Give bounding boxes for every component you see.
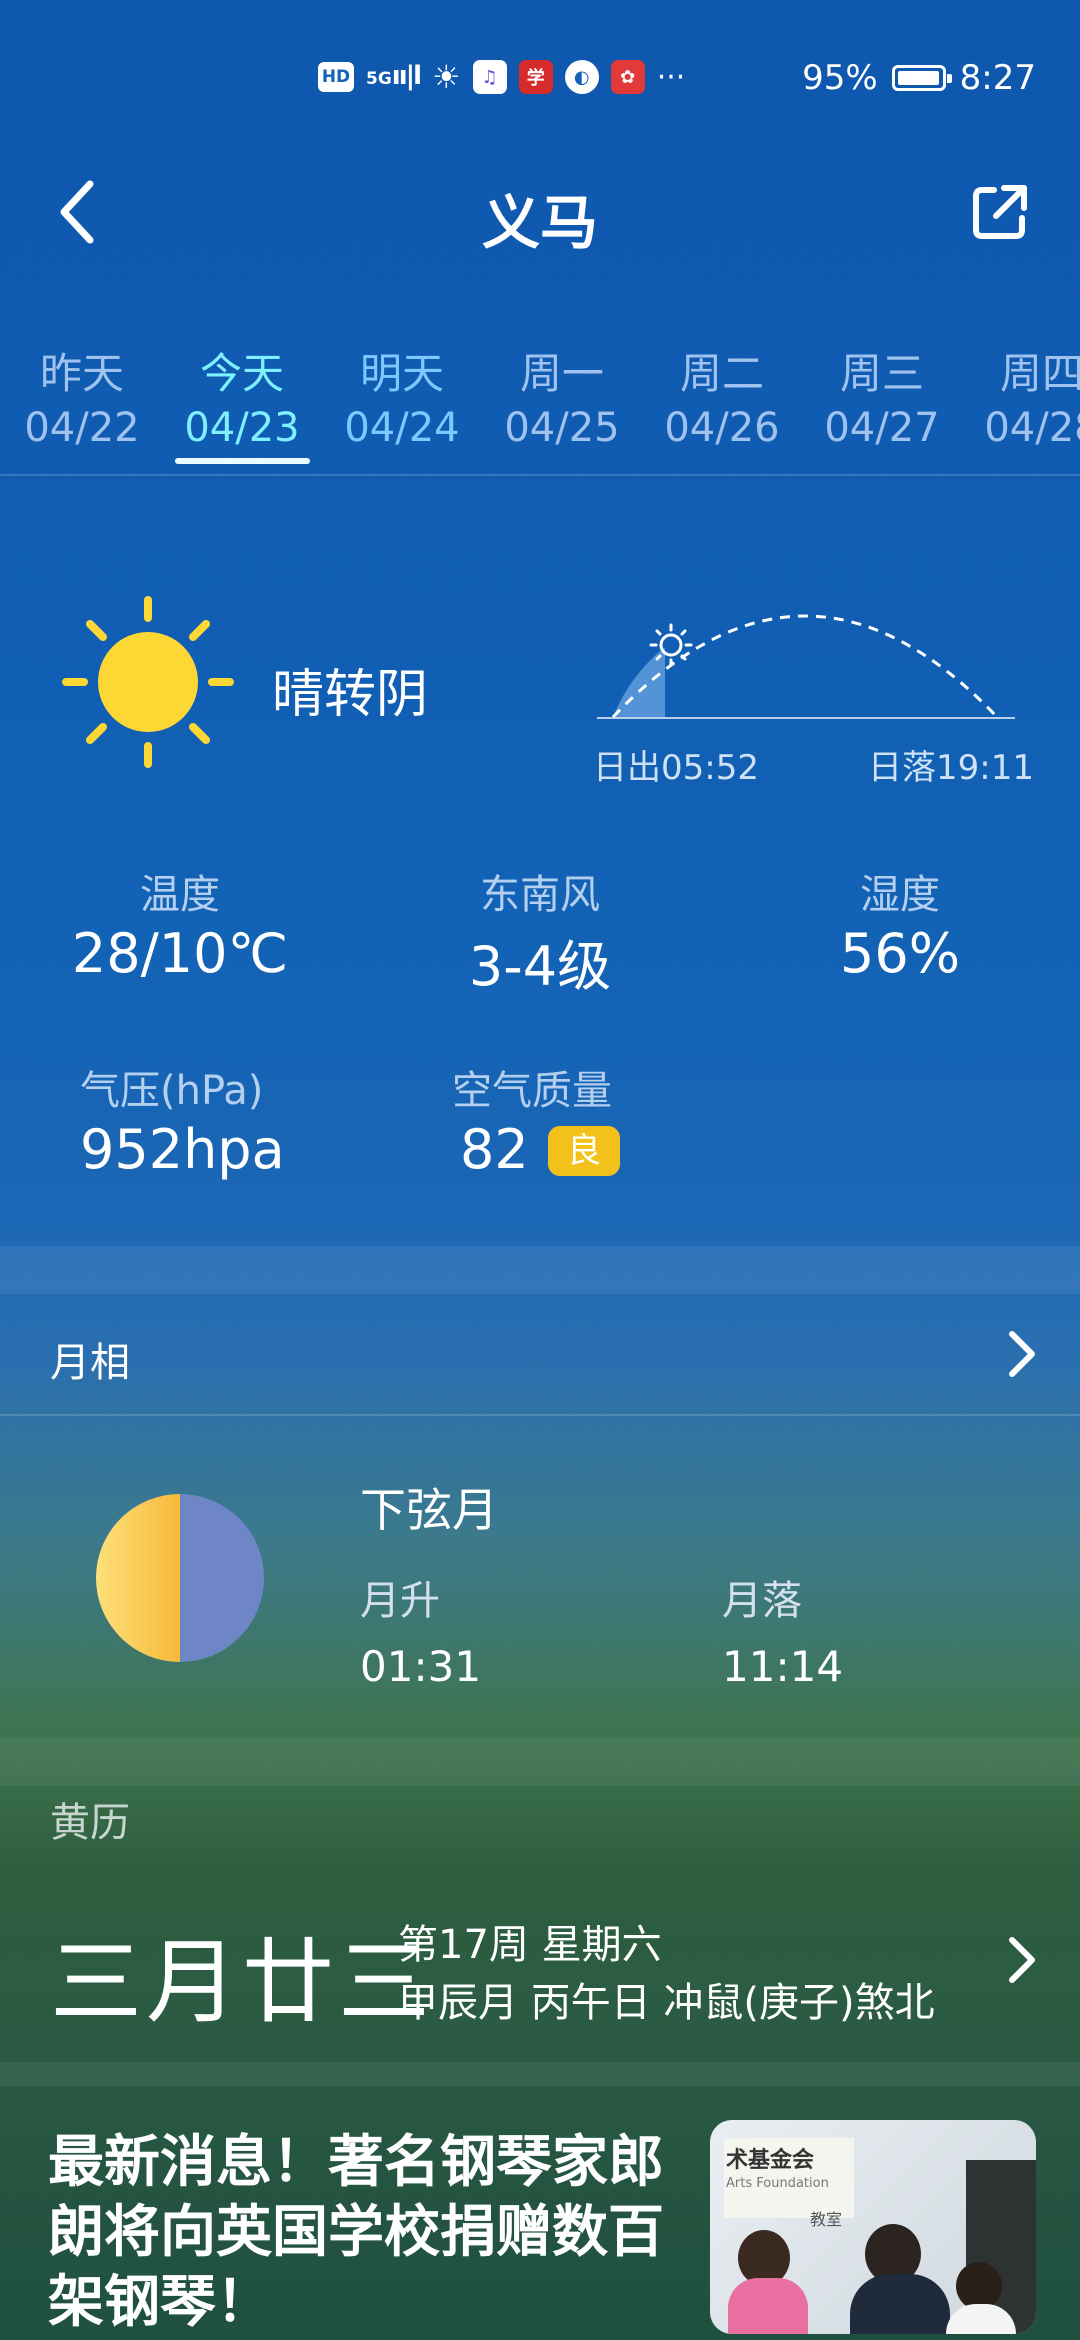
moonrise-label: 月升 [360,1578,440,1624]
weather-condition: 晴转阴 [272,665,429,725]
gift-app-icon: ✿ [610,60,645,94]
tab-thursday[interactable]: 周四 04/28 [972,340,1080,451]
news-headline[interactable]: 最新消息！著名钢琴家郎朗将向英国学校捐赠数百架钢琴！ [48,2128,688,2338]
tab-day: 昨天 [39,349,124,398]
tabs-divider [0,474,1080,476]
music-app-icon: ♫ [472,60,507,94]
battery-icon [891,65,952,91]
moon-phase-name: 下弦月 [360,1483,498,1537]
study-app-icon: 学 [518,60,553,94]
tab-day: 周二 [679,349,764,398]
thumb-caption: Arts Foundation [726,2176,829,2191]
wind-label: 东南风 [480,872,600,918]
humidity-label: 湿度 [860,872,940,918]
city-title: 义马 [481,189,598,257]
tab-day: 周三 [839,349,924,398]
pressure-value: 952hpa [80,1118,285,1181]
wind-value: 3-4级 [468,935,612,998]
moon-divider [0,1414,1080,1416]
status-icons: HD 5Gıı|l ☀ ♫ 学 ◐ ✿ ··· [318,58,685,96]
sunrise-time: 日出05:52 [593,748,759,788]
tab-today[interactable]: 今天 04/23 [172,340,312,451]
tab-day: 周四 [999,349,1080,398]
moon-section-title: 月相 [50,1340,130,1386]
sunset-time: 日落19:11 [868,748,1034,788]
air-quality-value: 82 [460,1118,529,1181]
battery-percent: 95% [802,58,878,98]
tab-date: 04/28 [984,405,1080,451]
status-bar: HD 5Gıı|l ☀ ♫ 学 ◐ ✿ ··· 95% 8:27 [0,50,1080,110]
humidity-value: 56% [839,922,961,985]
temperature-label: 温度 [140,872,220,918]
pressure-label: 气压(hPa) [80,1068,264,1114]
section-separator [0,1246,1080,1294]
almanac-section-title: 黄历 [50,1800,130,1846]
news-thumbnail[interactable]: 术基金会 Arts Foundation 教室 [710,2120,1036,2334]
tab-date: 04/25 [504,405,620,451]
lunar-date: 三月廿三 [50,1929,435,2036]
tab-date: 04/26 [664,405,780,451]
air-quality-label: 空气质量 [452,1068,612,1114]
tab-day: 周一 [519,349,604,398]
thumb-caption: 术基金会 [726,2148,815,2173]
almanac-card[interactable]: 三月廿三 第17周 星期六 甲辰月 丙午日 冲鼠(庚子)煞北 [0,1880,1080,2050]
moon-phase-header[interactable]: 月相 [0,1294,1080,1414]
clock: 8:27 [959,58,1036,98]
chevron-right-icon [1009,1937,1035,1983]
ganzhi-info: 甲辰月 丙午日 冲鼠(庚子)煞北 [398,1980,935,2026]
tab-date: 04/22 [24,405,140,451]
hd-icon: HD [318,62,354,92]
aqi-badge: 良 [548,1126,620,1176]
tab-tomorrow[interactable]: 明天 04/24 [332,340,472,451]
thumb-caption: 教室 [810,2210,843,2229]
tab-wednesday[interactable]: 周三 04/27 [812,340,952,451]
signal-label: 5G [366,68,392,89]
tab-tuesday[interactable]: 周二 04/26 [652,340,792,451]
share-icon [973,185,1027,239]
active-tab-indicator [175,458,310,464]
signal-icon: 5Gıı|l [366,60,422,91]
week-info: 第17周 星期六 [398,1922,662,1968]
tab-day: 明天 [359,349,444,398]
sun-arc [585,585,1025,729]
temperature-value: 28/10℃ [71,922,289,985]
moonset-label: 月落 [722,1578,802,1624]
moon-phase-icon [94,1492,266,1668]
tab-monday[interactable]: 周一 04/25 [492,340,632,451]
sunny-icon [58,592,238,776]
moonrise-time: 01:31 [360,1642,482,1691]
date-tabs: 昨天 04/22 今天 04/23 明天 04/24 周一 04/25 周二 0… [0,340,1080,460]
more-notifications-icon: ··· [656,59,686,95]
tab-date: 04/23 [184,405,300,451]
tab-date: 04/27 [824,405,940,451]
tab-date: 04/24 [344,405,460,451]
moonset-time: 11:14 [722,1642,844,1691]
section-separator [0,1738,1080,1786]
tab-day: 今天 [199,349,284,398]
section-separator [0,2062,1080,2086]
chevron-right-icon [1009,1331,1035,1377]
tab-yesterday[interactable]: 昨天 04/22 [12,340,152,451]
browser-app-icon: ◐ [564,60,599,94]
brightness-icon: ☀ [432,58,461,96]
share-button[interactable] [970,182,1030,242]
